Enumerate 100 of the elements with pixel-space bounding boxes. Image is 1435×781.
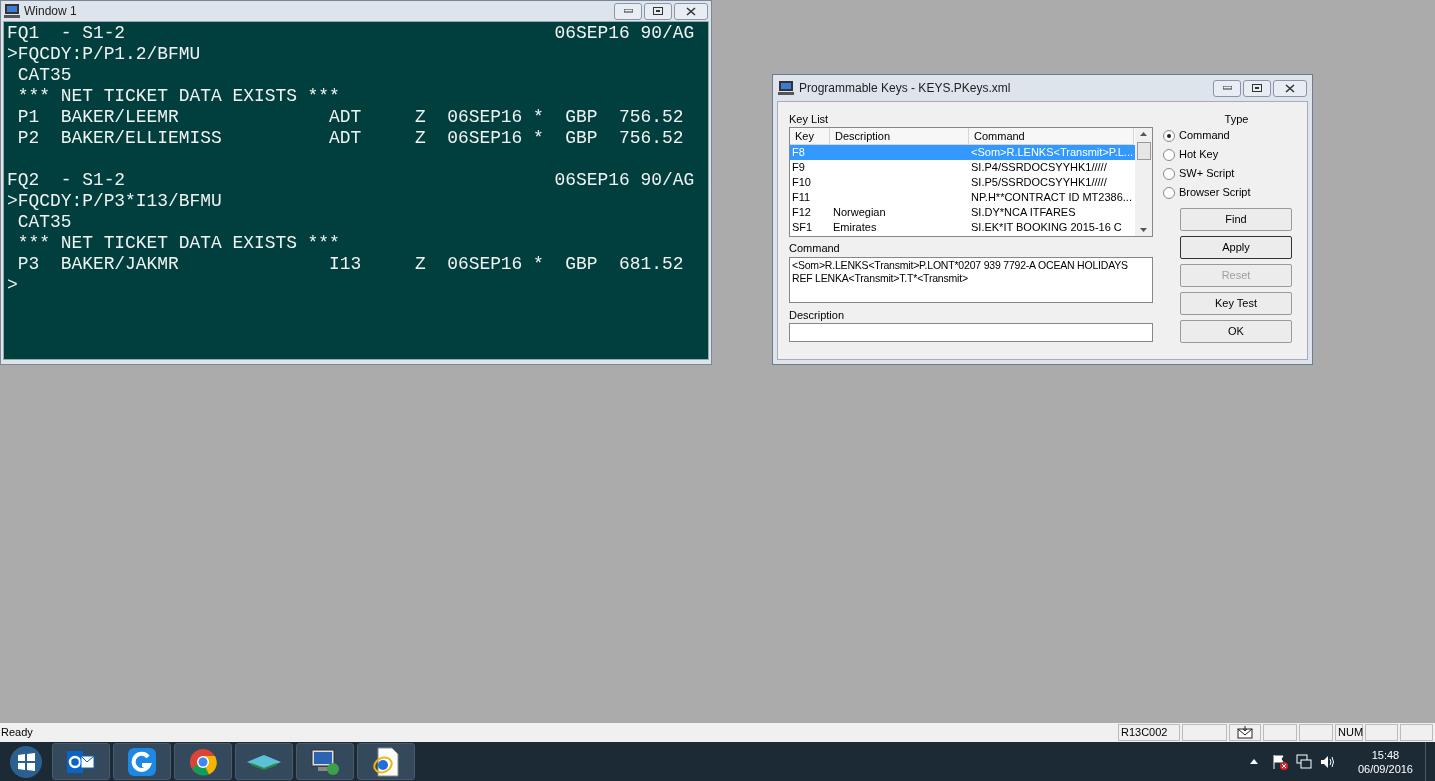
minimize-icon [623,9,633,13]
description-cell-text: Emirates [833,220,877,236]
close-icon [686,6,696,16]
command-field[interactable]: <Som>R.LENKS<Transmit>P.LONT*0207 939 7792-A OCEAN HOLIDAYS REF LENKA<Transmit>T.T*<Transmit> [789,257,1153,303]
radio-button[interactable] [1163,186,1175,199]
taskbar-app-button[interactable] [296,743,354,780]
maximize-button[interactable] [644,2,672,20]
radio-label: Command [1179,128,1230,144]
type-radio[interactable]: Command [1163,129,1296,142]
close-button[interactable] [1273,79,1307,97]
terminal-line: CAT35 [16,65,72,86]
taskbar-app-button[interactable] [235,743,293,780]
radio-button[interactable] [1163,129,1175,142]
key-cell-text: F8 [792,145,805,161]
window-title: Window 1 [24,3,78,20]
key-list-row[interactable]: F12 Norwegian SI.DY*NCA ITFARES [790,205,1135,220]
document-with-e-icon [372,746,400,777]
command-cell-text: SI.P4/SSRDOCSYYHK1///// [971,160,1107,176]
terminal-line: *** NET TICKET DATA EXISTS *** [16,233,340,254]
radio-button[interactable] [1163,148,1175,161]
terminal-line: P2 BAKER/ELLIEMISS ADT Z 06SEP16 * GBP 756.52 [16,128,684,149]
terminal-line: CAT35 [16,212,72,233]
column-header[interactable]: Description [830,128,969,145]
computer-icon [4,4,20,18]
terminal-line: > [7,275,18,296]
dialog-button[interactable]: Key Test [1180,292,1292,315]
command-cell-text: <Som>R.LENKS<Transmit>P.L... [971,145,1134,161]
terminal-line: >FQCDY:P/P3*I13/BFMU [7,191,222,212]
scroll-down-icon [1140,228,1147,232]
taskbar-app-button[interactable] [52,743,110,780]
type-label: Type [1224,112,1249,126]
description-label: Description [789,308,845,322]
terminal-line: FQ2 - S1-2 06SEP16 90/AG [7,170,695,191]
clock-time: 15:48 [1371,747,1400,762]
status-panel [1400,724,1433,741]
dialog-title: Programmable Keys - KEYS.PKeys.xml [799,80,1012,97]
type-radio[interactable]: SW+ Script [1163,167,1296,180]
taskbar-app-button[interactable] [174,743,232,780]
command-cell-text: SI.P5/SSRDOCSYYHK1///// [971,175,1107,191]
type-radio[interactable]: Browser Script [1163,186,1296,199]
terminal-line: P3 BAKER/JAKMR I13 Z 06SEP16 * GBP 681.52 [16,254,684,275]
clock-date: 06/09/2016 [1357,761,1413,776]
key-list-row[interactable]: F11 NP.H**CONTRACT ID MT2386... [790,190,1135,205]
status-panel [1263,724,1297,741]
command-cell-text: SI.EK*IT BOOKING 2015-16 C [971,220,1122,236]
column-header[interactable]: Key [790,128,830,145]
key-list-row[interactable]: F10 SI.P5/SSRDOCSYYHK1///// [790,175,1135,190]
dialog-button[interactable]: Find [1180,208,1292,231]
remote-desktop-icon [310,747,340,776]
clock[interactable]: 15:48 06/09/2016 [1357,747,1413,776]
g-letter-app-icon [128,747,156,776]
terminal-line: *** NET TICKET DATA EXISTS *** [16,86,340,107]
scroll-thumb[interactable] [1136,142,1151,160]
description-cell-text: Norwegian [833,205,886,221]
status-panel [1182,724,1227,741]
status-panel [1365,724,1398,741]
column-header[interactable]: Command [969,128,1134,145]
envelope-icon [1237,726,1253,739]
scroll-up-icon [1140,132,1147,136]
speaker-icon[interactable] [1319,754,1336,769]
key-list-row[interactable]: SF1 Emirates SI.EK*IT BOOKING 2015-16 C [790,220,1135,235]
flag-with-x-icon[interactable] [1271,753,1288,770]
close-icon [1285,83,1295,93]
status-panel-text: R13C002 [1121,725,1168,741]
dialog-button[interactable]: OK [1180,320,1292,343]
windows-logo-icon [9,744,43,779]
key-cell-text: SF1 [792,220,813,236]
key-cell-text: F9 [792,160,805,176]
terminal-line: P1 BAKER/LEEMR ADT Z 06SEP16 * GBP 756.52 [16,107,684,128]
command-label: Command [789,241,840,255]
description-field[interactable] [789,323,1153,342]
terminal-line: FQ1 - S1-2 06SEP16 90/AG [7,23,695,44]
close-button[interactable] [674,2,708,20]
mail-app-icon [67,748,95,775]
taskbar-app-button[interactable] [113,743,171,780]
status-text: Ready [0,725,34,741]
restore-icon [653,7,663,15]
round-browser-icon [189,747,217,776]
type-radio[interactable]: Hot Key [1163,148,1296,161]
show-hidden-icons-icon[interactable] [1249,759,1258,764]
taskbar-app-button[interactable] [357,743,415,780]
key-cell-text: F11 [792,190,811,206]
key-cell-text: F10 [792,175,811,191]
status-panel [1299,724,1333,741]
radio-button[interactable] [1163,167,1175,180]
key-cell-text: F12 [792,205,811,221]
radio-label: SW+ Script [1179,166,1235,182]
key-list-label: Key List [789,112,829,126]
status-panel-text: NUM [1338,725,1364,741]
scrollbar[interactable] [1135,128,1152,236]
terminal-line: >FQCDY:P/P1.2/BFMU [7,44,201,65]
network-icon[interactable] [1295,753,1312,770]
dialog-button[interactable]: Apply [1180,236,1292,259]
minimize-icon [1222,86,1232,90]
computer-icon [778,81,794,95]
maximize-button[interactable] [1243,79,1271,97]
radio-label: Hot Key [1179,147,1219,163]
key-list-row[interactable]: F9 SI.P4/SSRDOCSYYHK1///// [790,160,1135,175]
restore-icon [1252,84,1262,92]
command-cell-text: NP.H**CONTRACT ID MT2386... [971,190,1132,206]
